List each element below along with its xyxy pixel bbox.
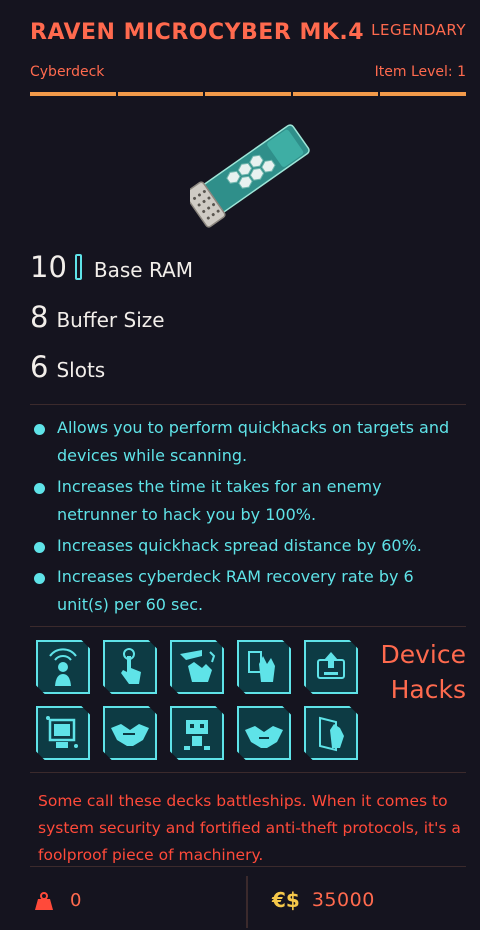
robot-icon (170, 706, 224, 760)
item-type: Cyberdeck (30, 64, 105, 80)
price-value: 35000 (311, 889, 375, 911)
divider (30, 404, 466, 405)
effects-list: Allows you to perform quickhacks on targ… (30, 414, 460, 622)
device-hacks-label: Device Hacks (380, 640, 467, 704)
signal-person-icon (36, 640, 90, 694)
stat-label: Slots (56, 358, 106, 382)
item-name: RAVEN MICROCYBER MK.4 (30, 20, 365, 45)
divider (30, 772, 466, 773)
effect-item: Increases cyberdeck RAM recovery rate by… (30, 563, 460, 619)
handshake-alt-icon (237, 706, 291, 760)
weight-icon (35, 891, 53, 910)
stat-slots: 6 Slots (30, 350, 105, 384)
footer-separator (246, 876, 248, 928)
weight-display: 0 (34, 890, 81, 911)
price-display: €$ 35000 (272, 888, 375, 912)
stat-base-ram: 10 Base RAM (30, 250, 193, 284)
upload-icon (304, 640, 358, 694)
hand-breach-icon (170, 640, 224, 694)
hand-panel-icon (237, 640, 291, 694)
weight-value: 0 (70, 890, 82, 911)
divider (30, 626, 466, 627)
computer-icon (36, 706, 90, 760)
door-hand-icon (304, 706, 358, 760)
effect-item: Allows you to perform quickhacks on targ… (30, 414, 460, 470)
touch-hand-icon (103, 640, 157, 694)
handshake-icon (103, 706, 157, 760)
flavor-text: Some call these decks battleships. When … (38, 792, 461, 864)
stat-value: 10 (30, 250, 67, 284)
ram-chip-icon (74, 254, 82, 280)
stat-value: 6 (30, 350, 49, 384)
stat-buffer-size: 8 Buffer Size (30, 300, 165, 334)
cyberdeck-image (190, 124, 310, 228)
item-tooltip: RAVEN MICROCYBER MK.4 LEGENDARY Cyberdec… (0, 0, 480, 930)
effect-item: Increases quickhack spread distance by 6… (30, 532, 460, 560)
eurodollar-icon: €$ (272, 888, 300, 912)
item-rarity: LEGENDARY (371, 21, 466, 39)
stat-value: 8 (30, 300, 49, 334)
effect-item: Increases the time it takes for an enemy… (30, 473, 460, 529)
divider (30, 866, 466, 867)
item-level-bar (30, 92, 466, 96)
stat-label: Buffer Size (56, 308, 165, 332)
stat-label: Base RAM (93, 258, 193, 282)
item-level: Item Level: 1 (374, 64, 466, 80)
